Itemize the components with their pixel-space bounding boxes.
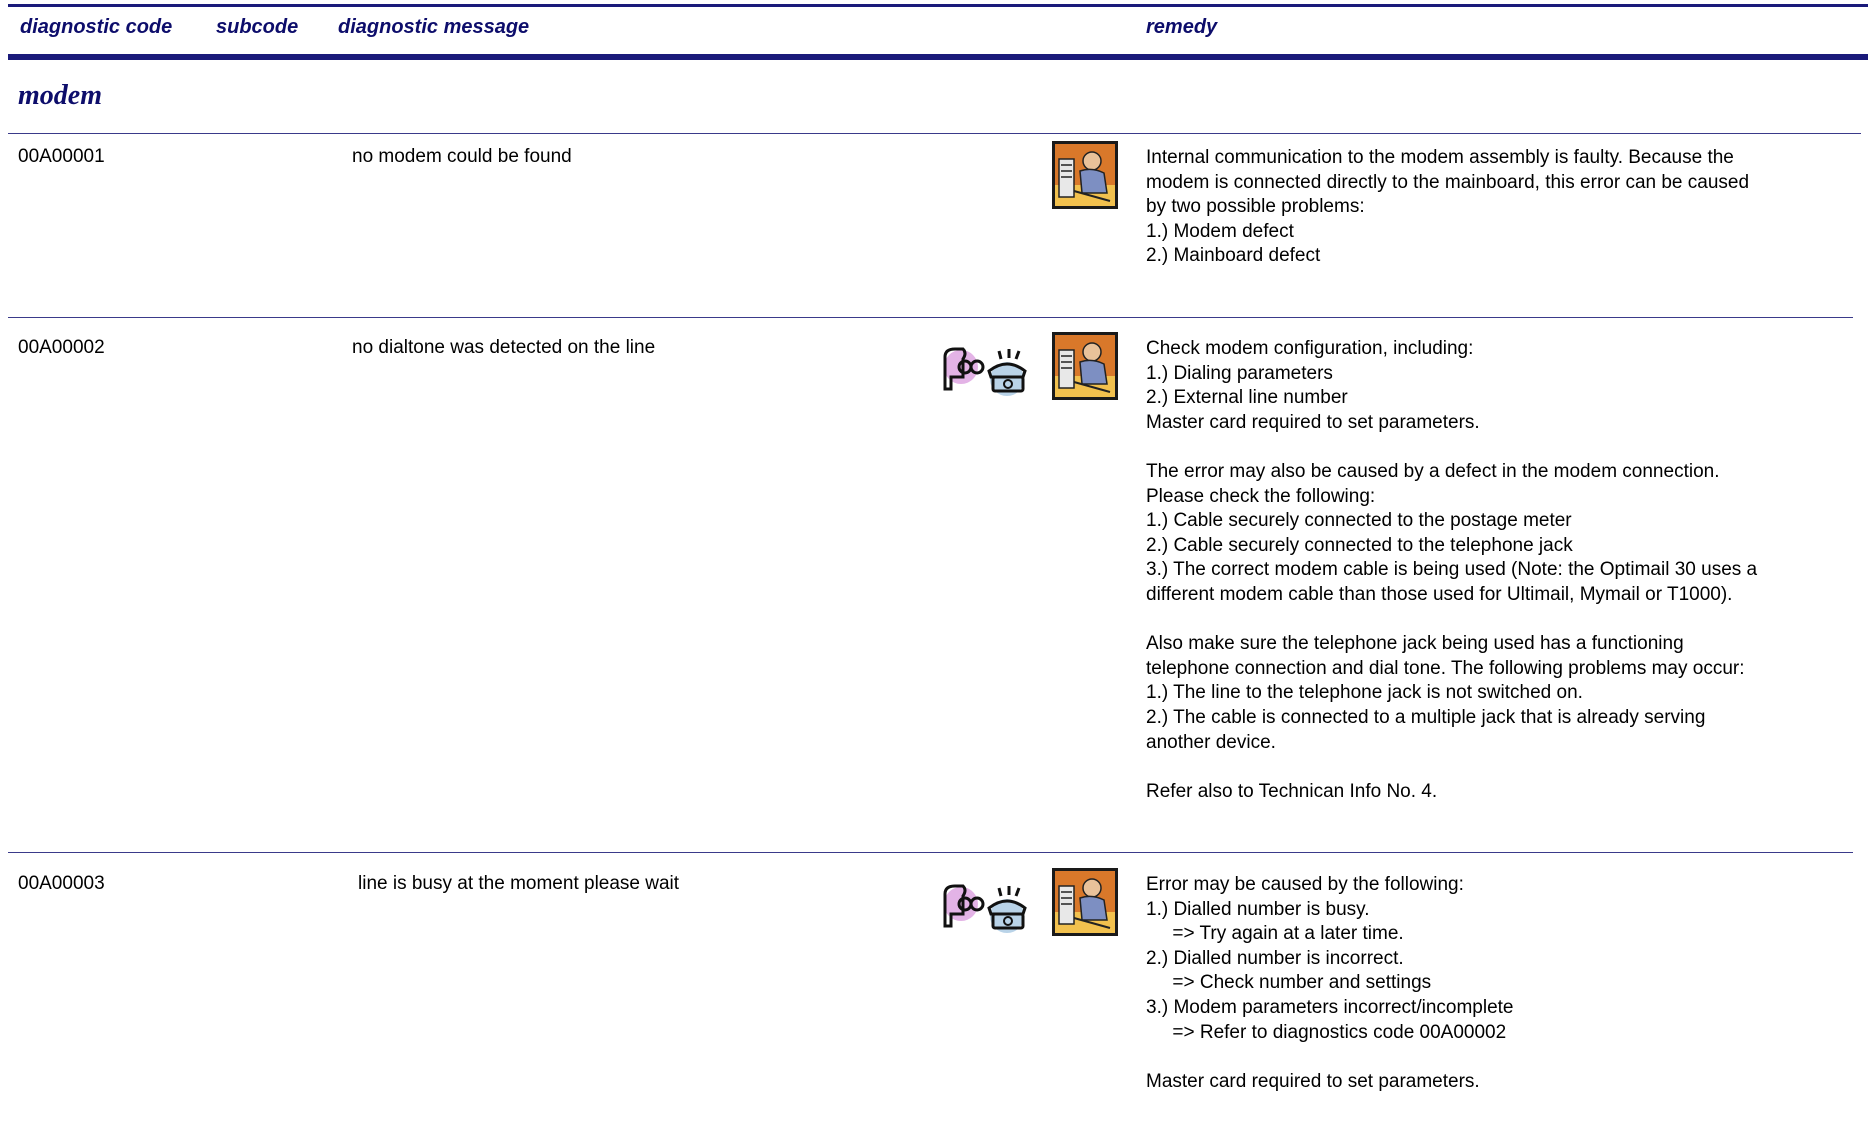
user-phone-icon (943, 884, 1027, 933)
remedy-line: 1.) Modem defect (1146, 220, 1294, 242)
row-2-message: no dialtone was detected on the line (352, 337, 656, 358)
remedy-line: 1.) Dialled number is busy. (1146, 898, 1370, 920)
remedy-line: another device. (1146, 731, 1276, 753)
remedy-line: 2.) Cable securely connected to the tele… (1146, 534, 1573, 556)
remedy-line: 1.) The line to the telephone jack is no… (1146, 682, 1583, 704)
technician-icon (1052, 868, 1118, 936)
technician-icon (1052, 141, 1118, 209)
remedy-line: different modem cable than those used fo… (1146, 583, 1733, 605)
row-3-message: line is busy at the moment please wait (358, 873, 680, 894)
remedy-line: 1.) Dialing parameters (1146, 362, 1333, 384)
header-subcode: subcode (216, 16, 299, 38)
remedy-line: 2.) Mainboard defect (1146, 245, 1321, 267)
remedy-line (1146, 1045, 1846, 1070)
header-diagnostic-message: diagnostic message (338, 16, 530, 38)
remedy-line: telephone connection and dial tone. The … (1146, 657, 1745, 679)
remedy-line: Master card required to set parameters. (1146, 1070, 1480, 1092)
header-top-rule (8, 4, 1868, 7)
remedy-line: 2.) Dialled number is incorrect. (1146, 947, 1404, 969)
remedy-line: 3.) Modem parameters incorrect/incomplet… (1146, 996, 1514, 1018)
remedy-line: 2.) External line number (1146, 387, 1348, 409)
remedy-line: modem is connected directly to the mainb… (1146, 171, 1750, 193)
remedy-line: Check modem configuration, including: (1146, 338, 1474, 359)
remedy-line: Please check the following: (1146, 485, 1376, 507)
row-divider (8, 317, 1853, 318)
remedy-line: 2.) The cable is connected to a multiple… (1146, 706, 1706, 728)
user-phone-icon (943, 347, 1027, 396)
row-1-code: 00A00001 (18, 146, 105, 167)
header-bottom-rule (8, 54, 1868, 60)
remedy-line (1146, 755, 1846, 780)
row-2-remedy: Check modem configuration, including: 1.… (1146, 337, 1846, 804)
remedy-line: 3.) The correct modem cable is being use… (1146, 559, 1758, 581)
remedy-line: The error may also be caused by a defect… (1146, 460, 1720, 482)
remedy-line: Error may be caused by the following: (1146, 874, 1464, 895)
row-3-remedy: Error may be caused by the following: 1.… (1146, 873, 1846, 1094)
header-remedy: remedy (1146, 16, 1218, 38)
remedy-line: 1.) Cable securely connected to the post… (1146, 510, 1572, 532)
header-diagnostic-code: diagnostic code (20, 16, 173, 38)
remedy-line: Master card required to set parameters. (1146, 411, 1480, 433)
technician-icon (1052, 332, 1118, 400)
remedy-line: => Try again at a later time. (1146, 923, 1404, 945)
section-title: modem (18, 80, 102, 111)
remedy-line: by two possible problems: (1146, 196, 1365, 218)
remedy-line (1146, 435, 1846, 460)
remedy-line: Internal communication to the modem asse… (1146, 147, 1734, 168)
section-divider (8, 133, 1861, 134)
remedy-line: Refer also to Technican Info No. 4. (1146, 780, 1438, 802)
remedy-line: => Refer to diagnostics code 00A00002 (1146, 1021, 1507, 1043)
row-1-remedy: Internal communication to the modem asse… (1146, 146, 1846, 269)
remedy-line: => Check number and settings (1146, 972, 1432, 994)
remedy-line: Also make sure the telephone jack being … (1146, 633, 1684, 655)
row-2-code: 00A00002 (18, 337, 105, 358)
remedy-line (1146, 608, 1846, 633)
row-3-code: 00A00003 (18, 873, 105, 894)
row-1-message: no modem could be found (352, 146, 572, 167)
row-divider (8, 852, 1853, 853)
